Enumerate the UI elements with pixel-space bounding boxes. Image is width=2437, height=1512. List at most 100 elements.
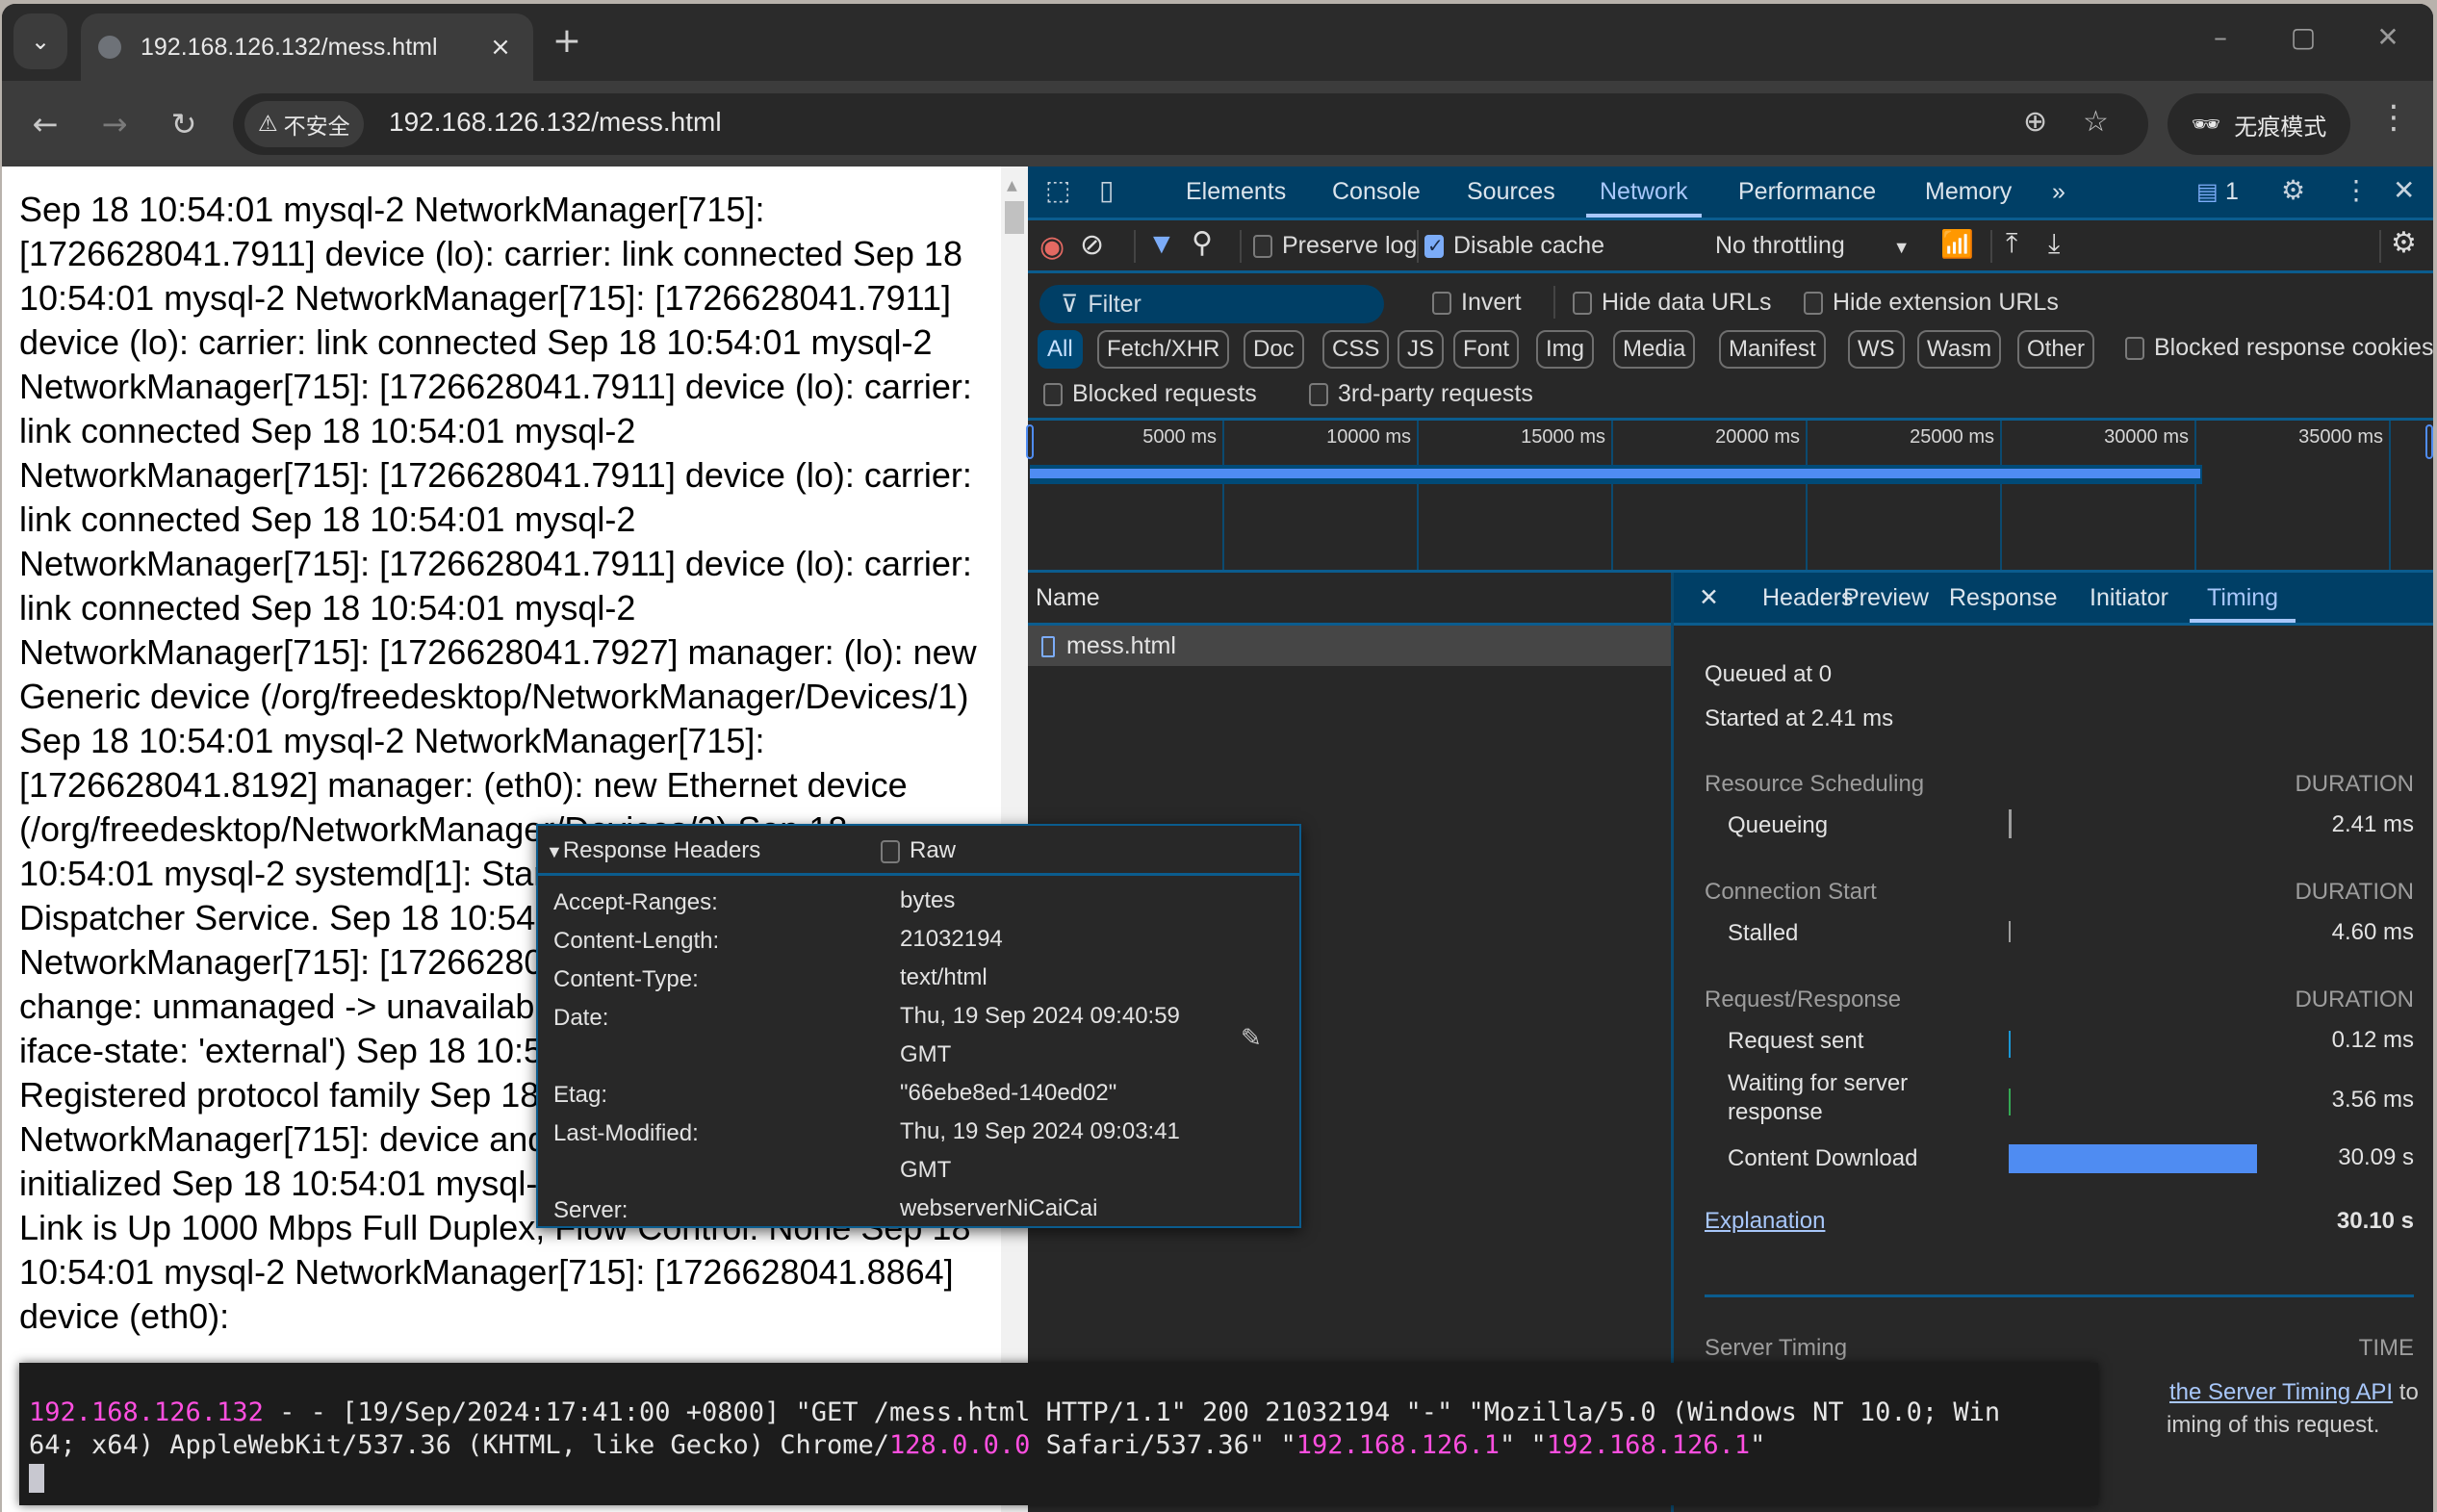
tab-elements[interactable]: Elements <box>1186 167 1286 218</box>
third-party-requests-checkbox[interactable]: 3rd-party requests <box>1309 380 1533 408</box>
checkbox[interactable] <box>1253 235 1272 259</box>
more-tabs-button[interactable]: » <box>2052 167 2065 218</box>
search-icon[interactable]: ⚲ <box>1192 226 1213 260</box>
tab-sources[interactable]: Sources <box>1467 167 1555 218</box>
tab-response[interactable]: Response <box>1949 573 2058 623</box>
explanation-link[interactable]: Explanation <box>1705 1208 1825 1235</box>
maximize-button[interactable]: ▢ <box>2279 21 2327 53</box>
url-text[interactable]: 192.168.126.132/mess.html <box>389 107 722 138</box>
reload-button[interactable]: ↻ <box>160 100 208 148</box>
devtools-close-icon[interactable]: ✕ <box>2393 174 2415 206</box>
tab-console[interactable]: Console <box>1332 167 1421 218</box>
network-settings-gear-icon[interactable]: ⚙ <box>2391 226 2417 260</box>
pencil-icon[interactable]: ✎ <box>1241 1023 1262 1053</box>
minimize-button[interactable]: – <box>2196 21 2245 53</box>
chip-fetch-xhr[interactable]: Fetch/XHR <box>1097 330 1230 369</box>
terminal-text: " " <box>1500 1430 1547 1460</box>
checkbox[interactable] <box>1432 292 1451 316</box>
tab-memory[interactable]: Memory <box>1925 167 2012 218</box>
tab-performance[interactable]: Performance <box>1738 167 1876 218</box>
checkbox[interactable] <box>2125 337 2144 361</box>
chip-font[interactable]: Font <box>1453 330 1520 369</box>
chip-css[interactable]: CSS <box>1322 330 1390 369</box>
chip-ws[interactable]: WS <box>1848 330 1905 369</box>
tab-network[interactable]: Network <box>1586 167 1702 218</box>
chip-manifest[interactable]: Manifest <box>1719 330 1826 369</box>
devtools-menu-icon[interactable]: ⋮ <box>2343 174 2370 206</box>
chip-all[interactable]: All <box>1038 330 1083 369</box>
device-toolbar-icon[interactable]: ▯ <box>1099 174 1114 206</box>
terminal-cursor <box>29 1464 44 1493</box>
chip-js[interactable]: JS <box>1398 330 1445 369</box>
tab-search-button[interactable]: ⌄ <box>13 13 67 69</box>
filter-input[interactable]: ⊽ Filter <box>1039 285 1384 323</box>
blocked-requests-checkbox[interactable]: Blocked requests <box>1043 380 1257 408</box>
record-stop-icon[interactable]: ◉ <box>1039 230 1065 264</box>
tab-timing[interactable]: Timing <box>2190 573 2296 623</box>
chip-img[interactable]: Img <box>1536 330 1595 369</box>
divider <box>1990 230 1992 263</box>
network-conditions-icon[interactable]: 📶 <box>1940 228 1974 260</box>
throttling-select[interactable]: No throttling ▼ <box>1715 232 1911 260</box>
invert-checkbox[interactable]: Invert <box>1432 289 1522 317</box>
close-window-button[interactable]: ✕ <box>2364 21 2412 53</box>
inspect-element-icon[interactable]: ⬚ <box>1045 174 1070 206</box>
chip-media[interactable]: Media <box>1613 330 1696 369</box>
detail-close-button[interactable]: ✕ <box>1699 573 1719 623</box>
import-har-icon[interactable]: ⤒ <box>2006 228 2017 260</box>
checkbox[interactable] <box>1573 292 1592 316</box>
checkbox[interactable] <box>881 839 900 863</box>
tab-headers[interactable]: Headers <box>1762 573 1854 623</box>
star-icon[interactable]: ☆ <box>2083 105 2109 139</box>
issues-icon[interactable]: ▤ <box>2196 178 2219 206</box>
divider <box>1134 230 1136 263</box>
hide-extension-urls-checkbox[interactable]: Hide extension URLs <box>1804 289 2059 317</box>
zoom-icon[interactable]: ⊕ <box>2023 105 2047 139</box>
scroll-up-icon[interactable]: ▲ <box>1007 178 1017 193</box>
server-timing-api-link[interactable]: the Server Timing API <box>2169 1379 2393 1405</box>
hide-data-urls-checkbox[interactable]: Hide data URLs <box>1573 289 1771 317</box>
disable-cache-checkbox[interactable]: Disable cache <box>1424 232 1604 260</box>
header-key: Content-Type: <box>553 966 699 992</box>
dropdown-arrow-icon: ▼ <box>1892 238 1911 257</box>
checkbox[interactable] <box>1309 383 1328 407</box>
response-headers-toggle[interactable]: ▼Response Headers <box>546 837 760 864</box>
forward-button[interactable]: → <box>90 100 139 148</box>
security-chip[interactable]: ⚠ 不安全 <box>244 101 364 147</box>
terminal-text: 64; x64) AppleWebKit/537.36 (KHTML, like… <box>29 1430 890 1460</box>
header-key: Content-Length: <box>553 928 720 954</box>
browser-tab[interactable]: 192.168.126.132/mess.html × <box>81 13 533 81</box>
filter-funnel-icon[interactable]: ▼ <box>1147 228 1176 261</box>
clear-icon[interactable]: ⊘ <box>1080 228 1104 262</box>
checkbox[interactable] <box>1043 383 1063 407</box>
name-column-header[interactable]: Name <box>1028 573 1671 626</box>
back-button[interactable]: ← <box>21 100 69 148</box>
terminal-window[interactable]: 192.168.126.132 - - [19/Sep/2024:17:41:0… <box>19 1363 2098 1505</box>
overview-left-handle[interactable] <box>1026 424 1034 459</box>
tab-preview[interactable]: Preview <box>1843 573 1929 623</box>
raw-checkbox[interactable]: Raw <box>881 837 956 864</box>
response-headers-header[interactable]: ▼Response Headers Raw <box>538 826 1299 876</box>
tab-close-button[interactable]: × <box>481 33 520 62</box>
checkbox-checked[interactable] <box>1424 234 1444 259</box>
blocked-response-cookies-checkbox[interactable]: Blocked response cookies <box>2125 334 2433 362</box>
request-row[interactable]: mess.html <box>1028 626 1671 666</box>
preserve-log-checkbox[interactable]: Preserve log <box>1253 232 1417 260</box>
network-overview-timeline[interactable]: 5000 ms 10000 ms 15000 ms 20000 ms 25000 ms 3… <box>1026 418 2433 573</box>
tab-initiator[interactable]: Initiator <box>2090 573 2168 623</box>
started-at: Started at 2.41 ms <box>1705 705 1894 731</box>
scrollbar-thumb[interactable] <box>1005 201 1024 234</box>
new-tab-button[interactable]: + <box>546 21 588 61</box>
chip-doc[interactable]: Doc <box>1244 330 1304 369</box>
server-timing-note: the Server Timing API to <box>2169 1379 2419 1406</box>
issues-count[interactable]: 1 <box>2225 167 2239 218</box>
address-bar[interactable]: ⚠ 不安全 192.168.126.132/mess.html ⊕ ☆ <box>233 93 2148 155</box>
chip-wasm[interactable]: Wasm <box>1917 330 2002 369</box>
settings-gear-icon[interactable]: ⚙ <box>2281 174 2305 206</box>
chip-other[interactable]: Other <box>2017 330 2095 369</box>
incognito-chip[interactable]: 🕶 无痕模式 <box>2168 93 2350 155</box>
export-har-icon[interactable]: ⤓ <box>2048 228 2060 260</box>
browser-menu-button[interactable]: ⋮ <box>2377 98 2410 137</box>
checkbox[interactable] <box>1804 292 1823 316</box>
overview-right-handle[interactable] <box>2425 424 2433 459</box>
